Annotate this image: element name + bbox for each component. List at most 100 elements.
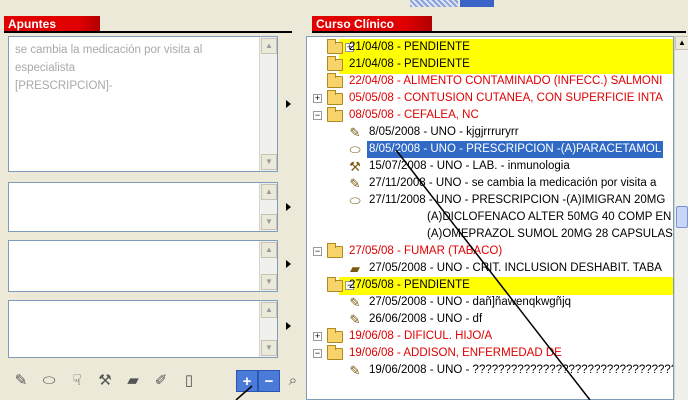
expand-plus-icon[interactable]: + bbox=[313, 94, 322, 103]
apuntes-toolbar: ✎ ⬭ ☟ ⚒ ▰ ✐ ▯ + − ⌕ bbox=[8, 366, 304, 396]
blue-bar bbox=[460, 0, 494, 7]
tree-row[interactable]: +21/04/08 - PENDIENTE bbox=[327, 39, 673, 57]
clinical-course-tree[interactable]: +21/04/08 - PENDIENTE 21/04/08 - PENDIENT… bbox=[306, 36, 674, 400]
document-icon[interactable]: ▯ bbox=[178, 370, 200, 392]
scroll-down-arrow-icon[interactable]: ▼ bbox=[261, 214, 277, 230]
tree-row-label: 19/06/08 - ADDISON, ENFERMEDAD DE bbox=[349, 347, 562, 359]
tree-row-label: 05/05/08 - CONTUSION CUTANEA, CON SUPERF… bbox=[349, 92, 663, 104]
tree-row[interactable]: − 08/05/08 - CEFALEA, NC bbox=[307, 107, 673, 125]
curso-clinico-title-rule bbox=[312, 31, 686, 33]
tree-row[interactable]: ⬭ 27/11/2008 - UNO - PRESCRIPCION -(A)IMI… bbox=[307, 192, 673, 210]
note-3-expand-arrow-icon[interactable] bbox=[286, 260, 291, 268]
tree-row-label: 22/04/08 - ALIMENTO CONTAMINADO (INFECC.… bbox=[349, 75, 663, 87]
tree-row[interactable]: (A)DICLOFENACO ALTER 50MG 40 COMP EN bbox=[307, 209, 673, 227]
top-window-fragment bbox=[410, 0, 500, 8]
note-box-1-scrollbar[interactable]: ▲ ▼ bbox=[259, 37, 277, 171]
tree-row[interactable]: ✎ 8/05/2008 - UNO - kjgjrrruryrr bbox=[307, 124, 673, 142]
capsule-icon: ⬭ bbox=[349, 193, 361, 208]
folder-icon bbox=[327, 56, 343, 71]
scroll-up-arrow-icon[interactable]: ▲ bbox=[261, 242, 277, 258]
scroll-down-arrow-icon[interactable]: ▼ bbox=[261, 340, 277, 356]
hammer-icon: ⚒ bbox=[349, 159, 361, 174]
note-box-2-scrollbar[interactable]: ▲ ▼ bbox=[259, 183, 277, 231]
folder-icon bbox=[327, 243, 343, 258]
note-4-expand-arrow-icon[interactable] bbox=[286, 322, 291, 330]
tree-row[interactable]: ▰ 27/05/2008 - UNO - CRIT. INCLUSION DESH… bbox=[307, 260, 673, 278]
tree-row[interactable]: ⬭ 8/05/2008 - UNO - PRESCRIPCION -(A)PARA… bbox=[307, 141, 673, 159]
tree-row-label: 21/04/08 - PENDIENTE bbox=[349, 58, 470, 70]
tree-row-label: 19/06/2008 - UNO - ?????????????????????… bbox=[369, 364, 674, 376]
tree-row[interactable]: 22/04/08 - ALIMENTO CONTAMINADO (INFECC.… bbox=[307, 73, 673, 91]
tree-row[interactable]: ⚒ 15/07/2008 - UNO - LAB. - inmunologia bbox=[307, 158, 673, 176]
folder-icon bbox=[327, 73, 343, 88]
tree-row-label: (A)DICLOFENACO ALTER 50MG 40 COMP EN bbox=[427, 211, 672, 223]
scroll-thumb[interactable] bbox=[676, 206, 688, 228]
collapse-minus-icon[interactable]: − bbox=[313, 349, 322, 358]
hatched-bar bbox=[410, 0, 458, 7]
tree-row[interactable]: (A)OMEPRAZOL SUMOL 20MG 28 CAPSULAS bbox=[307, 226, 673, 244]
scroll-down-arrow-icon[interactable]: ▼ bbox=[261, 154, 277, 170]
scroll-up-arrow-icon[interactable]: ▲ bbox=[261, 38, 277, 54]
expand-plus-icon[interactable]: + bbox=[313, 332, 322, 341]
bandage-icon[interactable]: ▰ bbox=[122, 370, 144, 392]
thumb-down-icon[interactable]: ☟ bbox=[66, 370, 88, 392]
tree-row[interactable]: +19/06/08 - DIFICUL. HIJO/A bbox=[307, 328, 673, 346]
tree-row[interactable]: 21/04/08 - PENDIENTE bbox=[327, 56, 673, 74]
collapse-minus-icon[interactable]: − bbox=[313, 247, 322, 256]
folder-icon bbox=[327, 90, 343, 105]
tree-row-label: 21/04/08 - PENDIENTE bbox=[349, 41, 470, 53]
tree-row-label: 27/11/2008 - UNO - PRESCRIPCION -(A)IMIG… bbox=[369, 194, 666, 206]
scroll-up-arrow-icon[interactable]: ▲ bbox=[675, 36, 688, 50]
capsule-icon[interactable]: ⬭ bbox=[38, 370, 60, 392]
note-2-expand-arrow-icon[interactable] bbox=[286, 203, 291, 211]
tree-row-label: 27/11/2008 - UNO - se cambia la medicaci… bbox=[369, 177, 657, 189]
note-box-1[interactable]: se cambia la medicación por visita al es… bbox=[8, 36, 278, 172]
tree-row[interactable]: ✎ 26/06/2008 - UNO - df bbox=[307, 311, 673, 329]
pen-stamp-icon[interactable]: ✎ bbox=[10, 370, 32, 392]
tree-row-label: 26/06/2008 - UNO - df bbox=[369, 313, 483, 325]
tree-row[interactable]: − 19/06/08 - ADDISON, ENFERMEDAD DE bbox=[307, 345, 673, 363]
tree-row-label: (A)OMEPRAZOL SUMOL 20MG 28 CAPSULAS bbox=[427, 228, 673, 240]
tree-row[interactable]: ✎ 27/05/2008 - UNO - dañ]ñawenqkwgñjq bbox=[307, 294, 673, 312]
hammer-icon[interactable]: ⚒ bbox=[94, 370, 116, 392]
plus-icon[interactable]: + bbox=[236, 370, 258, 392]
tree-row[interactable]: +05/05/08 - CONTUSION CUTANEA, CON SUPER… bbox=[307, 90, 673, 108]
apuntes-title-rule bbox=[4, 31, 292, 33]
note-1-expand-arrow-icon[interactable] bbox=[286, 100, 291, 108]
note-box-3-scrollbar[interactable]: ▲ ▼ bbox=[259, 241, 277, 291]
tree-scrollbar[interactable]: ▲ bbox=[674, 36, 688, 400]
folder-icon bbox=[327, 107, 343, 122]
tree-row[interactable]: ✎ 19/06/2008 - UNO - ????????????????????… bbox=[307, 362, 673, 380]
tree-row-label: 19/06/08 - DIFICUL. HIJO/A bbox=[349, 330, 493, 342]
pencil-icon: ✎ bbox=[349, 312, 361, 327]
pencil-icon: ✎ bbox=[349, 363, 361, 378]
tree-row-label: 27/05/2008 - UNO - dañ]ñawenqkwgñjq bbox=[369, 296, 572, 308]
note-box-3[interactable]: ▲ ▼ bbox=[8, 240, 278, 292]
folder-icon bbox=[327, 328, 343, 343]
capsule-icon: ⬭ bbox=[349, 142, 361, 157]
tree-row-label: 27/05/2008 - UNO - CRIT. INCLUSION DESHA… bbox=[369, 262, 662, 274]
scroll-up-arrow-icon[interactable]: ▲ bbox=[261, 184, 277, 200]
note-box-2[interactable]: ▲ ▼ bbox=[8, 182, 278, 232]
collapse-minus-icon[interactable]: − bbox=[313, 111, 322, 120]
folder-icon bbox=[327, 345, 343, 360]
pencil-icon[interactable]: ✐ bbox=[150, 370, 172, 392]
magnifier-icon[interactable]: ⌕ bbox=[282, 370, 304, 392]
scroll-down-arrow-icon[interactable]: ▼ bbox=[261, 274, 277, 290]
tree-row-label: 27/05/08 - PENDIENTE bbox=[349, 279, 470, 291]
note-box-1-text: se cambia la medicación por visita al es… bbox=[15, 44, 203, 92]
pencil-icon: ✎ bbox=[349, 125, 361, 140]
tree-row[interactable]: ✎ 27/11/2008 - UNO - se cambia la medicac… bbox=[307, 175, 673, 193]
tree-row-label: 27/05/08 - FUMAR (TABACO) bbox=[349, 245, 503, 257]
bandage-icon: ▰ bbox=[350, 261, 360, 276]
minus-icon[interactable]: − bbox=[258, 370, 280, 392]
pencil-icon: ✎ bbox=[349, 295, 361, 310]
note-box-4-scrollbar[interactable]: ▲ ▼ bbox=[259, 301, 277, 357]
tree-row[interactable]: −27/05/08 - PENDIENTE bbox=[327, 277, 673, 295]
note-box-4[interactable]: ▲ ▼ bbox=[8, 300, 278, 358]
tree-row[interactable]: − 27/05/08 - FUMAR (TABACO) bbox=[307, 243, 673, 261]
tree-row-label: 8/05/2008 - UNO - PRESCRIPCION -(A)PARAC… bbox=[367, 141, 664, 158]
scroll-up-arrow-icon[interactable]: ▲ bbox=[261, 302, 277, 318]
tree-row-label: 8/05/2008 - UNO - kjgjrrruryrr bbox=[369, 126, 519, 138]
pencil-icon: ✎ bbox=[349, 176, 361, 191]
